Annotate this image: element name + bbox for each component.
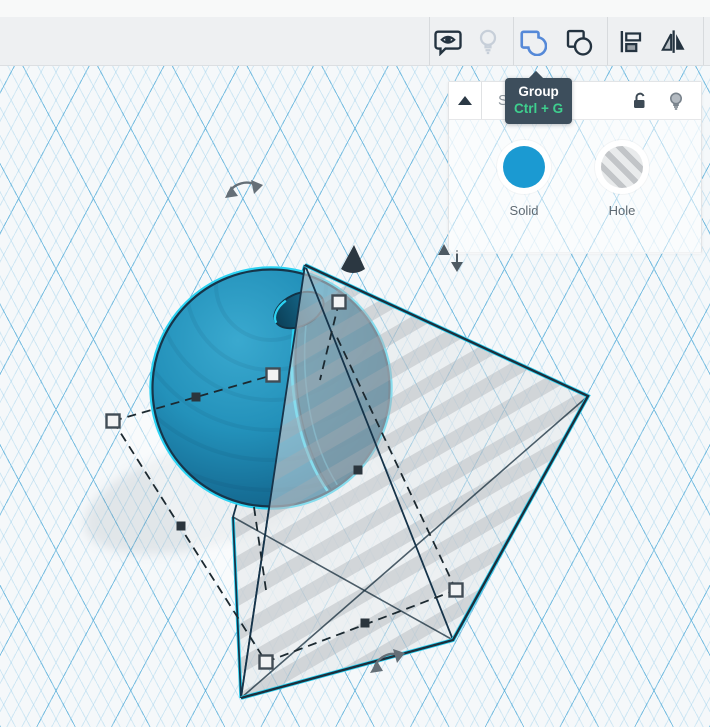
bulb-icon (670, 92, 682, 110)
collapse-arrow-icon (458, 96, 472, 105)
lightbulb-icon (479, 29, 497, 55)
corner-handle[interactable] (258, 654, 274, 670)
hole-label: Hole (608, 203, 636, 218)
toolbar-separator (607, 17, 608, 65)
corner-handle[interactable] (448, 582, 464, 598)
corner-handle[interactable] (265, 367, 281, 383)
material-option-hole[interactable]: Hole (595, 140, 649, 218)
align-icon (620, 31, 642, 53)
comment-review-button[interactable] (432, 25, 464, 57)
toolbar-separator (513, 17, 514, 65)
mid-handle[interactable] (191, 392, 201, 402)
collapse-panel-button[interactable] (449, 82, 482, 119)
mirror-icon (661, 30, 685, 53)
group-icon (520, 30, 547, 56)
corner-handle[interactable] (331, 294, 347, 310)
hide-button[interactable] (665, 90, 687, 112)
lightbulb-button[interactable] (472, 25, 504, 57)
group-button[interactable] (516, 25, 548, 57)
align-button[interactable] (614, 25, 646, 57)
toolbar (0, 17, 710, 66)
move-up-cone-handle[interactable] (341, 245, 365, 273)
tooltip-shortcut: Ctrl + G (514, 101, 564, 116)
inspector-body: Solid Hole (449, 120, 701, 254)
group-tooltip: Group Ctrl + G (505, 70, 573, 124)
toolbar-separator (429, 17, 430, 65)
lock-button[interactable] (629, 90, 651, 112)
ungroup-icon (566, 29, 593, 56)
solid-color-swatch (503, 146, 545, 188)
mid-handle[interactable] (360, 618, 370, 628)
unlock-icon (634, 92, 645, 108)
mid-handle[interactable] (176, 521, 186, 531)
tooltip-title: Group (518, 84, 559, 99)
titlebar-strip (0, 0, 710, 18)
toolbar-separator (703, 17, 704, 65)
rotate-handle-top[interactable] (225, 180, 263, 198)
corner-handle[interactable] (105, 413, 121, 429)
material-option-solid[interactable]: Solid (497, 140, 551, 218)
inspector-header: Shapes(2) (449, 82, 701, 120)
solid-label: Solid (509, 203, 539, 218)
comment-eye-icon (434, 30, 462, 56)
mirror-button[interactable] (657, 25, 689, 57)
hole-striped-swatch (601, 146, 643, 188)
mid-handle[interactable] (353, 465, 363, 475)
shape-inspector-panel: Shapes(2) Solid (448, 81, 702, 254)
ungroup-button[interactable] (562, 25, 594, 57)
